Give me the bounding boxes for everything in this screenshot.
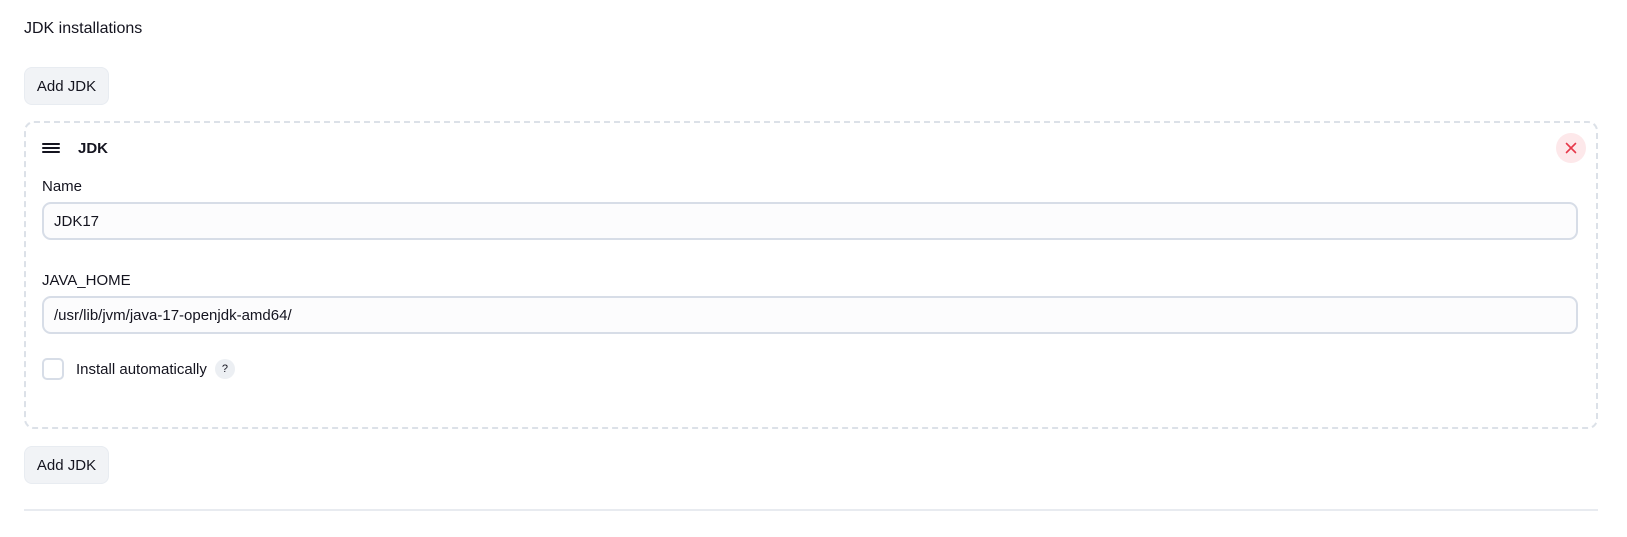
install-automatically-label[interactable]: Install automatically: [76, 361, 207, 378]
add-jdk-button-bottom[interactable]: Add JDK: [24, 446, 109, 484]
java-home-label: JAVA_HOME: [42, 272, 131, 289]
java-home-input[interactable]: [42, 296, 1578, 334]
delete-jdk-button[interactable]: [1556, 133, 1586, 163]
jdk-entry-header: JDK: [42, 137, 108, 159]
section-divider: [24, 509, 1598, 511]
drag-handle-icon[interactable]: [42, 141, 60, 155]
install-automatically-checkbox[interactable]: [42, 358, 64, 380]
jdk-entry-title: JDK: [78, 139, 109, 157]
help-icon[interactable]: ?: [214, 359, 235, 379]
jdk-installation-entry: JDK Name JAVA_HOME Install automatically…: [24, 121, 1598, 429]
name-label: Name: [42, 178, 83, 195]
section-title: JDK installations: [24, 20, 143, 37]
add-jdk-button-top[interactable]: Add JDK: [24, 67, 109, 105]
help-glyph: ?: [221, 363, 228, 375]
install-automatically-row: Install automatically ?: [42, 357, 235, 381]
name-input[interactable]: [42, 202, 1578, 240]
close-icon: [1565, 142, 1577, 154]
